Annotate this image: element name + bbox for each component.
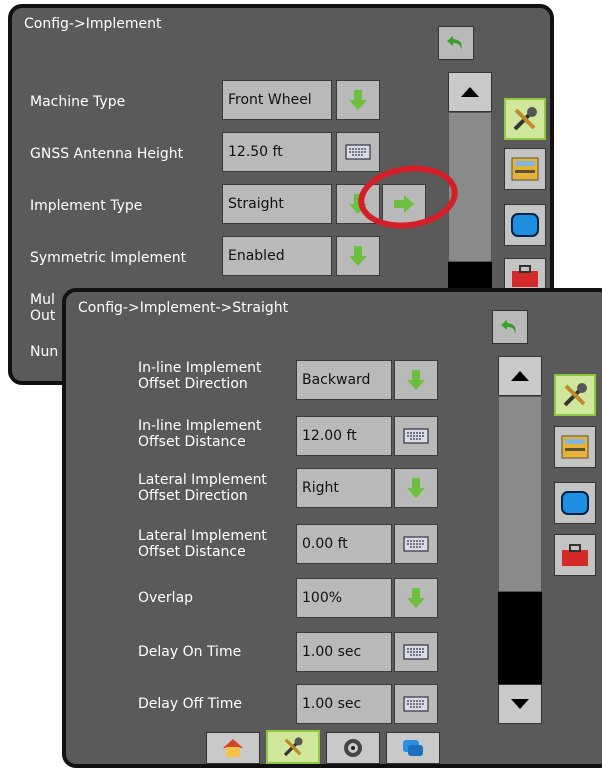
scroll-up-button[interactable] <box>448 72 492 112</box>
row-label: Lateral Implement <box>138 472 267 488</box>
delay-off-time-keyboard-button[interactable] <box>394 684 438 724</box>
antenna-height-value[interactable]: 12.50 ft <box>222 132 332 172</box>
back-button[interactable] <box>438 26 474 60</box>
inline-offset-distance-keyboard-button[interactable] <box>394 416 438 456</box>
home-icon <box>223 739 243 757</box>
down-triangle-icon <box>511 699 529 709</box>
lateral-offset-distance-value[interactable]: 0.00 ft <box>296 524 392 564</box>
row-label: GNSS Antenna Height <box>30 146 184 162</box>
keyboard-icon <box>345 144 371 160</box>
display-icon <box>561 491 589 515</box>
down-arrow-icon <box>349 246 367 266</box>
tab-display[interactable] <box>554 482 596 524</box>
back-button[interactable] <box>492 310 528 344</box>
row-label: Offset Distance <box>138 434 246 450</box>
inline-offset-direction-dropdown-button[interactable] <box>394 360 438 400</box>
inline-offset-distance-value[interactable]: 12.00 ft <box>296 416 392 456</box>
scrollbar[interactable] <box>498 356 542 724</box>
scroll-up-button[interactable] <box>498 356 542 396</box>
scroll-thumb[interactable] <box>498 396 542 592</box>
tab-tools[interactable] <box>504 98 546 140</box>
keyboard-icon <box>403 644 429 660</box>
row-label: Out <box>30 308 56 324</box>
inline-offset-direction-value[interactable]: Backward <box>296 360 392 400</box>
delay-on-time-keyboard-button[interactable] <box>394 632 438 672</box>
bottom-tab-home[interactable] <box>206 732 260 764</box>
row-label: Offset Direction <box>138 488 248 504</box>
down-arrow-icon <box>407 370 425 390</box>
row-label: Offset Distance <box>138 544 246 560</box>
page-title: Config->Implement->Straight <box>78 300 289 316</box>
row-label: Nun <box>30 344 59 360</box>
toolbox-icon <box>512 265 538 287</box>
down-arrow-icon <box>407 588 425 608</box>
keyboard-icon <box>403 696 429 712</box>
implement-type-value[interactable]: Straight <box>222 184 332 224</box>
console-icon <box>561 435 589 459</box>
machine-type-value[interactable]: Front Wheel <box>222 80 332 120</box>
keyboard-icon <box>403 428 429 444</box>
tab-toolbox[interactable] <box>554 534 596 576</box>
row-label: Machine Type <box>30 94 126 110</box>
tab-display[interactable] <box>504 204 546 246</box>
overlap-dropdown-button[interactable] <box>394 578 438 618</box>
lateral-offset-distance-keyboard-button[interactable] <box>394 524 438 564</box>
window-icon <box>403 740 423 756</box>
symmetric-implement-value[interactable]: Enabled <box>222 236 332 276</box>
lateral-offset-direction-value[interactable]: Right <box>296 468 392 508</box>
overlap-value[interactable]: 100% <box>296 578 392 618</box>
machine-type-dropdown-button[interactable] <box>336 80 380 120</box>
keyboard-icon <box>403 536 429 552</box>
bottom-tab-gauge[interactable] <box>326 732 380 764</box>
delay-off-time-value[interactable]: 1.00 sec <box>296 684 392 724</box>
row-label: Offset Direction <box>138 376 248 392</box>
up-triangle-icon <box>461 87 479 97</box>
back-arrow-icon <box>447 36 462 50</box>
tab-console[interactable] <box>554 426 596 468</box>
down-arrow-icon <box>407 478 425 498</box>
back-arrow-icon <box>501 320 516 334</box>
row-label: Overlap <box>138 590 194 606</box>
row-label: Delay Off Time <box>138 696 242 712</box>
row-label: In-line Implement <box>138 360 262 376</box>
row-label: Implement Type <box>30 198 143 214</box>
tab-console[interactable] <box>504 148 546 190</box>
tools-icon <box>283 737 303 757</box>
tools-icon <box>513 107 537 131</box>
down-arrow-icon <box>349 90 367 110</box>
up-triangle-icon <box>511 371 529 381</box>
tools-icon <box>563 383 587 407</box>
symmetric-implement-dropdown-button[interactable] <box>336 236 380 276</box>
toolbox-icon <box>562 544 588 566</box>
bottom-tab-tools[interactable] <box>266 730 320 764</box>
antenna-height-keyboard-button[interactable] <box>336 132 380 172</box>
row-label: In-line Implement <box>138 418 262 434</box>
scroll-down-button[interactable] <box>498 684 542 724</box>
row-label: Symmetric Implement <box>30 250 187 266</box>
row-label: Lateral Implement <box>138 528 267 544</box>
delay-on-time-value[interactable]: 1.00 sec <box>296 632 392 672</box>
tab-tools[interactable] <box>554 374 596 416</box>
console-icon <box>511 157 539 181</box>
lateral-offset-direction-dropdown-button[interactable] <box>394 468 438 508</box>
display-icon <box>511 213 539 237</box>
bottom-tab-window[interactable] <box>386 732 440 764</box>
gauge-icon <box>344 739 362 757</box>
page-title: Config->Implement <box>24 16 162 32</box>
straight-implement-config-screen: Config->Implement->Straight In-line Impl… <box>62 288 602 768</box>
row-label: Mul <box>30 292 55 308</box>
row-label: Delay On Time <box>138 644 242 660</box>
